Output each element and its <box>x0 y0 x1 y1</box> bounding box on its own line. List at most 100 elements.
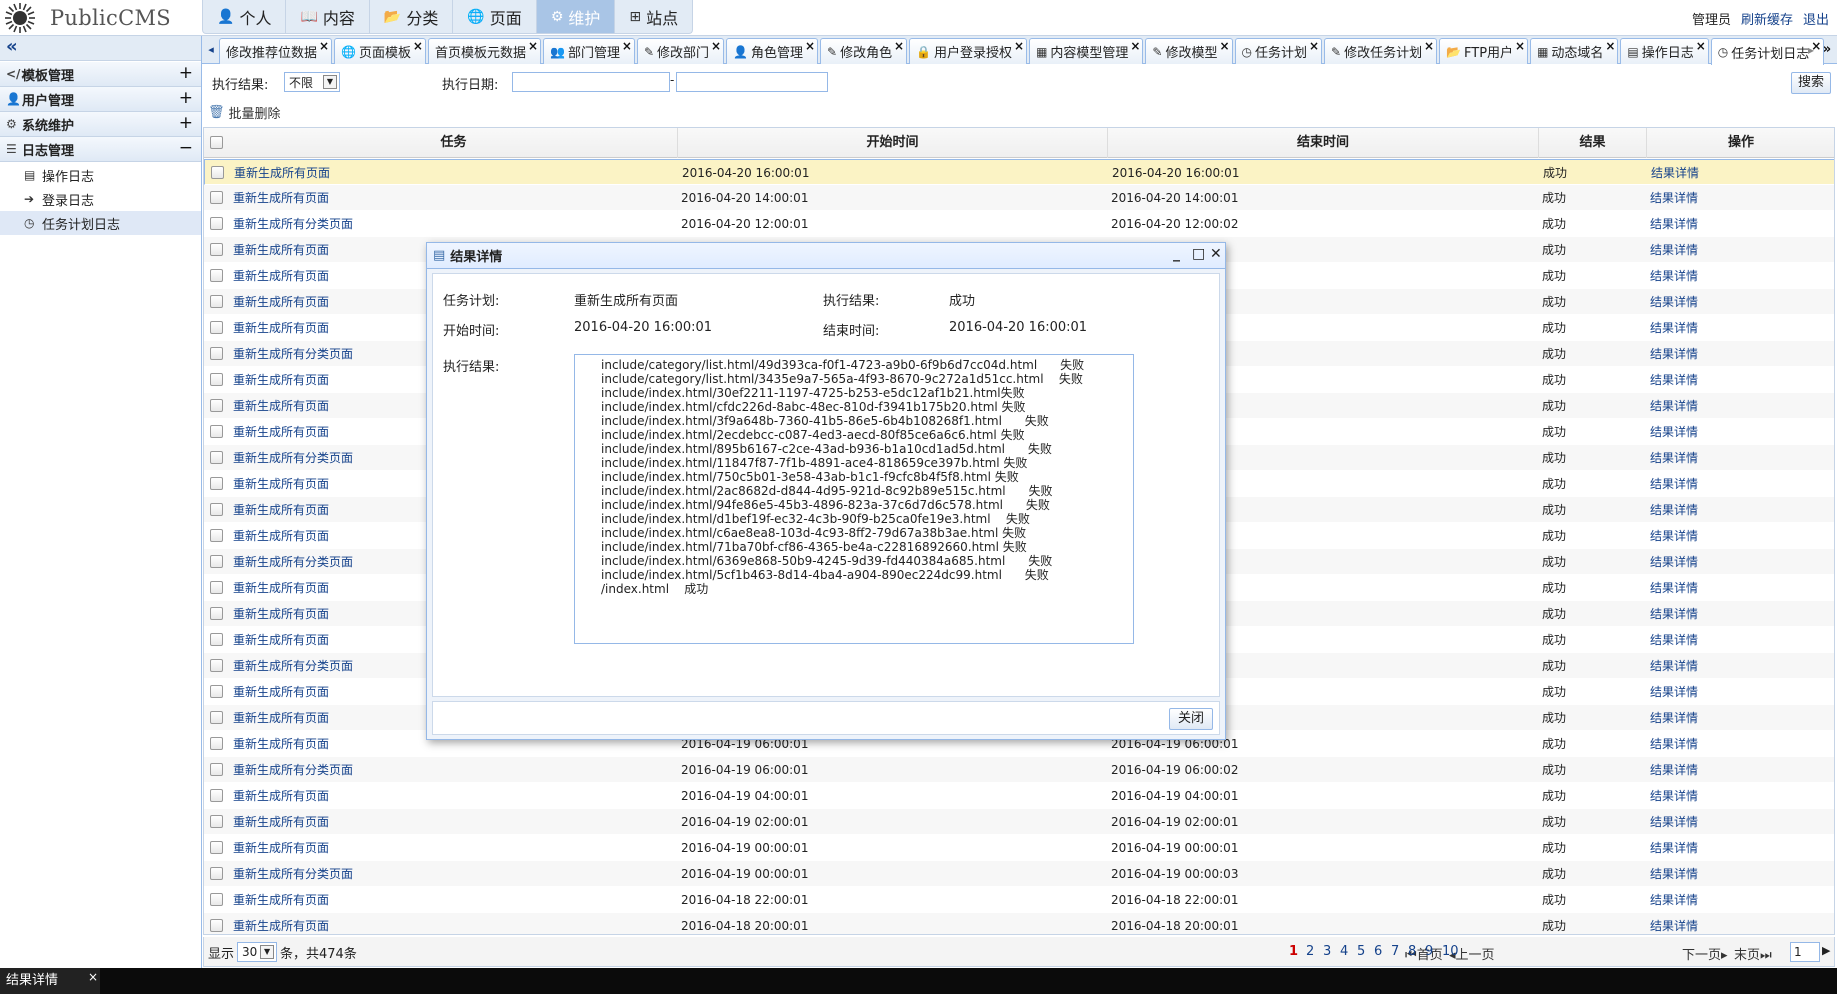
detail-link[interactable]: 结果详情 <box>1650 679 1834 705</box>
task-name-link[interactable]: 重新生成所有页面 <box>234 160 678 186</box>
row-checkbox[interactable] <box>210 659 223 672</box>
table-row[interactable]: 重新生成所有页面 2016-04-19 00:00:01 2016-04-19 00… <box>204 835 1834 861</box>
task-name-link[interactable]: 重新生成所有页面 <box>233 783 677 809</box>
page-number[interactable]: 6 <box>1374 944 1382 959</box>
table-row[interactable]: 重新生成所有页面 2016-04-18 20:00:01 2016-04-18 20… <box>204 913 1834 934</box>
maximize-icon[interactable]: □ <box>1192 246 1205 262</box>
detail-link[interactable]: 结果详情 <box>1650 575 1834 601</box>
row-checkbox[interactable] <box>210 581 223 594</box>
tab-12[interactable]: 📂 FTP用户 × <box>1439 38 1529 64</box>
next-page-button[interactable]: 下一页▸ <box>1682 944 1728 963</box>
task-name-link[interactable]: 重新生成所有分类页面 <box>233 211 677 237</box>
row-checkbox[interactable] <box>210 815 223 828</box>
row-checkbox[interactable] <box>210 893 223 906</box>
table-row[interactable]: 重新生成所有分类页面 2016-04-19 06:00:01 2016-04-19 … <box>204 757 1834 783</box>
nav-gear[interactable]: ⚙ 维护 <box>536 0 616 33</box>
tab-7[interactable]: 🔒 用户登录授权 × <box>909 38 1028 64</box>
row-checkbox[interactable] <box>210 919 223 932</box>
row-checkbox[interactable] <box>210 789 223 802</box>
row-checkbox[interactable] <box>210 841 223 854</box>
row-checkbox[interactable] <box>210 399 223 412</box>
row-checkbox[interactable] <box>210 477 223 490</box>
tab-3[interactable]: 👥 部门管理 × <box>543 38 635 64</box>
sidebar-group-3[interactable]: ☰ 日志管理 − <box>0 137 201 162</box>
table-row[interactable]: 重新生成所有页面 2016-04-19 04:00:01 2016-04-19 04… <box>204 783 1834 809</box>
taskbar-close-icon[interactable]: × <box>88 970 98 984</box>
detail-link[interactable]: 结果详情 <box>1650 835 1834 861</box>
detail-link[interactable]: 结果详情 <box>1650 809 1834 835</box>
tab-6[interactable]: ✎ 修改角色 × <box>820 38 908 64</box>
page-jump-input[interactable]: 1 <box>1790 942 1820 962</box>
tab-close-icon[interactable]: × <box>319 39 329 53</box>
task-name-link[interactable]: 重新生成所有页面 <box>233 887 677 913</box>
row-checkbox[interactable] <box>210 867 223 880</box>
tab-9[interactable]: ✎ 修改模型 × <box>1145 38 1233 64</box>
row-checkbox[interactable] <box>210 243 223 256</box>
page-number[interactable]: 3 <box>1323 944 1331 959</box>
page-number[interactable]: 4 <box>1340 944 1348 959</box>
minimize-icon[interactable]: _ <box>1173 246 1180 262</box>
last-page-button[interactable]: 末页⏭ <box>1734 944 1772 963</box>
row-checkbox[interactable] <box>210 607 223 620</box>
row-checkbox[interactable] <box>210 269 223 282</box>
tab-1[interactable]: 🌐 页面模板 × <box>334 38 426 64</box>
row-checkbox[interactable] <box>210 425 223 438</box>
tab-close-icon[interactable]: × <box>413 39 423 53</box>
nav-folder[interactable]: 📂 分类 <box>370 0 454 33</box>
detail-link[interactable]: 结果详情 <box>1650 263 1834 289</box>
search-button[interactable]: 搜索 <box>1791 72 1831 94</box>
tab-2[interactable]: 首页模板元数据 × <box>427 38 541 64</box>
collapse-icon[interactable]: − <box>179 138 193 158</box>
nav-globe[interactable]: 🌐 页面 <box>453 0 537 33</box>
page-number[interactable]: 5 <box>1357 944 1365 959</box>
detail-link[interactable]: 结果详情 <box>1650 731 1834 757</box>
detail-link[interactable]: 结果详情 <box>1650 757 1834 783</box>
tab-close-icon[interactable]: × <box>1605 39 1615 53</box>
tab-10[interactable]: ◷ 任务计划 × <box>1234 38 1322 64</box>
exec-detail-textarea[interactable]: include/category/list.html/49d393ca-f0f1… <box>574 354 1134 644</box>
row-checkbox[interactable] <box>210 191 223 204</box>
tab-close-icon[interactable]: × <box>1309 39 1319 53</box>
start-date-input[interactable] <box>512 72 670 92</box>
expand-icon[interactable]: + <box>179 88 193 108</box>
row-checkbox[interactable] <box>210 321 223 334</box>
detail-link[interactable]: 结果详情 <box>1650 419 1834 445</box>
go-page-icon[interactable]: ▶ <box>1822 944 1830 957</box>
row-checkbox[interactable] <box>210 737 223 750</box>
taskbar-item[interactable]: 结果详情 <box>0 968 100 994</box>
page-number[interactable]: 10 <box>1442 944 1459 959</box>
sidebar-group-0[interactable]: </> 模板管理 + <box>0 62 201 87</box>
dialog-header[interactable]: ▤ 结果详情 _ □ ✕ <box>427 243 1225 269</box>
row-checkbox[interactable] <box>210 373 223 386</box>
detail-link[interactable]: 结果详情 <box>1650 549 1834 575</box>
detail-link[interactable]: 结果详情 <box>1650 601 1834 627</box>
refresh-cache-link[interactable]: 刷新缓存 <box>1741 9 1793 28</box>
row-checkbox[interactable] <box>211 166 224 179</box>
tab-close-icon[interactable]: × <box>1696 39 1706 53</box>
table-row[interactable]: 重新生成所有分类页面 2016-04-19 00:00:01 2016-04-19 … <box>204 861 1834 887</box>
page-number[interactable]: 1 <box>1289 944 1298 959</box>
detail-link[interactable]: 结果详情 <box>1650 653 1834 679</box>
tab-11[interactable]: ✎ 修改任务计划 × <box>1324 38 1438 64</box>
sidebar-group-2[interactable]: ⚙ 系统维护 + <box>0 112 201 137</box>
detail-link[interactable]: 结果详情 <box>1650 705 1834 731</box>
detail-link[interactable]: 结果详情 <box>1650 289 1834 315</box>
close-button[interactable]: 关闭 <box>1169 708 1213 730</box>
collapse-sidebar-icon[interactable]: « <box>0 36 201 61</box>
expand-icon[interactable]: + <box>179 63 193 83</box>
close-icon[interactable]: ✕ <box>1210 246 1222 262</box>
sidebar-item-1[interactable]: ➔ 登录日志 <box>0 187 201 211</box>
tab-0[interactable]: 修改推荐位数据 × <box>219 38 333 64</box>
row-checkbox[interactable] <box>210 633 223 646</box>
detail-link[interactable]: 结果详情 <box>1650 341 1834 367</box>
table-row[interactable]: 重新生成所有页面 2016-04-19 02:00:01 2016-04-19 02… <box>204 809 1834 835</box>
batch-delete-button[interactable]: 🗑 批量删除 <box>208 103 281 122</box>
tab-close-icon[interactable]: × <box>1515 39 1525 53</box>
page-number[interactable]: 8 <box>1408 944 1416 959</box>
tab-close-icon[interactable]: × <box>711 39 721 53</box>
tab-5[interactable]: 👤 角色管理 × <box>726 38 819 64</box>
tab-scroll-left-icon[interactable]: ◂ <box>203 38 219 62</box>
detail-link[interactable]: 结果详情 <box>1650 367 1834 393</box>
detail-link[interactable]: 结果详情 <box>1650 393 1834 419</box>
row-checkbox[interactable] <box>210 347 223 360</box>
